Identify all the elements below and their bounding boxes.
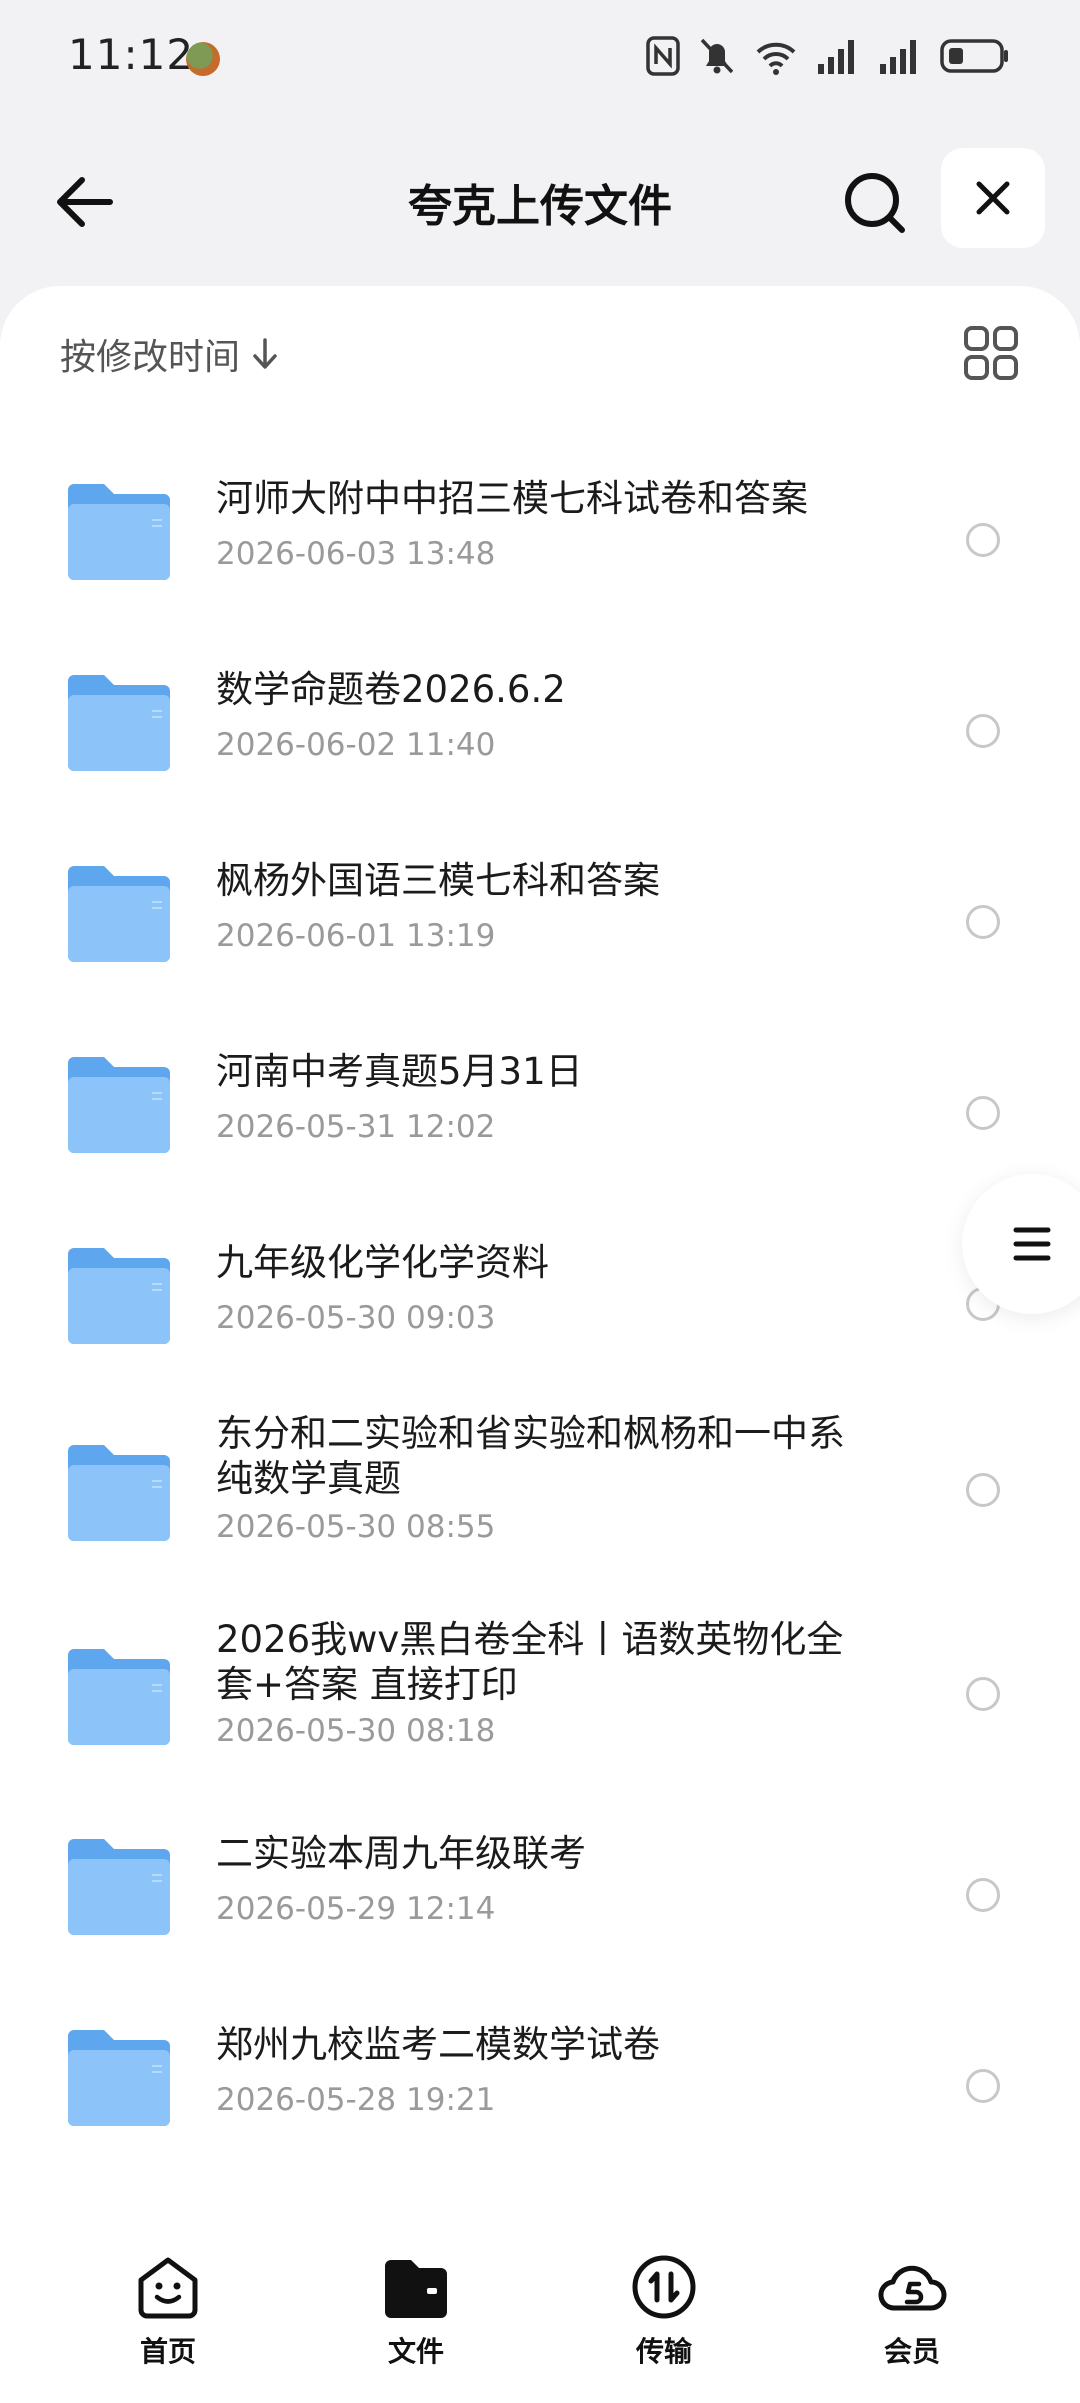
folder-icon — [68, 1839, 170, 1935]
file-name: 郑州九校监考二模数学试卷 — [216, 2023, 660, 2066]
select-radio[interactable] — [966, 905, 1000, 939]
file-date: 2026-05-29 12:14 — [216, 1891, 496, 1927]
select-radio[interactable] — [966, 1096, 1000, 1130]
file-name: 河南中考真题5月31日 — [216, 1050, 583, 1093]
file-date: 2026-05-31 12:02 — [216, 1109, 496, 1145]
file-row[interactable]: 河南中考真题5月31日 2026-05-31 12:02 — [0, 1009, 1080, 1200]
select-radio[interactable] — [966, 2069, 1000, 2103]
signal-icon-2 — [880, 40, 916, 74]
select-radio[interactable] — [966, 1677, 1000, 1711]
select-radio[interactable] — [966, 1473, 1000, 1507]
transfer-icon — [632, 2255, 696, 2319]
sort-button[interactable]: 按修改时间 — [60, 328, 280, 380]
file-name: 二实验本周九年级联考 — [216, 1832, 586, 1875]
status-bar: 11:12 — [0, 0, 1080, 112]
file-name: 2026我wv黑白卷全科丨语数英物化全套+答案 直接打印 — [216, 1618, 844, 1706]
file-row[interactable]: 东分和二实验和省实验和枫杨和一中系 纯数学真题 2026-05-30 08:55 — [0, 1391, 1080, 1595]
file-list: 河师大附中中招三模七科试卷和答案 2026-06-03 13:48 数学命题卷2… — [0, 436, 1080, 2173]
close-icon — [976, 181, 1010, 215]
file-date: 2026-06-02 11:40 — [216, 727, 496, 763]
tab-member[interactable]: 会员 — [842, 2252, 982, 2370]
tab-files[interactable]: 文件 — [346, 2252, 486, 2370]
tab-transfer[interactable]: 传输 — [594, 2252, 734, 2370]
file-name: 东分和二实验和省实验和枫杨和一中系 纯数学真题 — [216, 1412, 845, 1500]
notification-avatar-icon — [186, 42, 220, 76]
file-date: 2026-06-01 13:19 — [216, 918, 496, 954]
tab-home[interactable]: 首页 — [98, 2252, 238, 2370]
arrow-down-icon — [253, 338, 277, 369]
tab-files-label: 文件 — [387, 2335, 444, 2368]
file-row[interactable]: 数学命题卷2026.6.2 2026-06-02 11:40 — [0, 627, 1080, 818]
home-smile-icon — [138, 2257, 198, 2319]
file-date: 2026-05-30 08:55 — [216, 1509, 496, 1545]
file-date: 2026-05-30 08:18 — [216, 1713, 496, 1749]
file-name: 枫杨外国语三模七科和答案 — [216, 859, 660, 902]
file-row[interactable]: 二实验本周九年级联考 2026-05-29 12:14 — [0, 1791, 1080, 1982]
nfc-icon — [646, 36, 680, 76]
grid-icon — [964, 326, 1018, 380]
select-radio[interactable] — [966, 714, 1000, 748]
signal-icon-1 — [818, 40, 854, 74]
folder-filled-icon — [385, 2260, 447, 2318]
bottom-navigation: 首页 文件 传输 会员 — [0, 2216, 1080, 2403]
mute-bell-icon — [700, 38, 734, 74]
file-row[interactable]: 郑州九校监考二模数学试卷 2026-05-28 19:21 — [0, 1982, 1080, 2173]
status-time: 11:12 — [68, 30, 195, 79]
battery-icon — [940, 39, 1008, 73]
file-row[interactable]: 2026我wv黑白卷全科丨语数英物化全套+答案 直接打印 2026-05-30 … — [0, 1595, 1080, 1791]
tab-transfer-label: 传输 — [635, 2335, 692, 2368]
tab-home-label: 首页 — [139, 2335, 196, 2368]
file-row[interactable]: 河师大附中中招三模七科试卷和答案 2026-06-03 13:48 — [0, 436, 1080, 627]
file-date: 2026-05-28 19:21 — [216, 2082, 496, 2118]
file-name: 数学命题卷2026.6.2 — [216, 668, 566, 711]
select-radio[interactable] — [966, 523, 1000, 557]
file-list-card: 按修改时间 河师大附中中招三模七科试卷和答案 2026-06-03 13:48 … — [0, 286, 1080, 2216]
select-radio[interactable] — [966, 1878, 1000, 1912]
search-button[interactable] — [836, 162, 916, 242]
folder-icon — [68, 484, 170, 580]
menu-icon — [1013, 1227, 1051, 1261]
folder-icon — [68, 1057, 170, 1153]
tab-member-label: 会员 — [883, 2335, 940, 2368]
file-date: 2026-06-03 13:48 — [216, 536, 496, 572]
close-button[interactable] — [941, 148, 1045, 248]
cloud-member-icon — [878, 2265, 947, 2311]
grid-view-button[interactable] — [962, 324, 1020, 382]
page-title: 夸克上传文件 — [408, 181, 672, 232]
folder-icon — [68, 1248, 170, 1344]
sort-label: 按修改时间 — [60, 337, 241, 378]
search-icon — [845, 173, 905, 233]
status-icons — [646, 34, 1010, 78]
file-row[interactable]: 枫杨外国语三模七科和答案 2026-06-01 13:19 — [0, 818, 1080, 1009]
file-date: 2026-05-30 09:03 — [216, 1300, 496, 1336]
file-name: 九年级化学化学资料 — [216, 1241, 549, 1284]
folder-icon — [68, 1445, 170, 1541]
folder-icon — [68, 866, 170, 962]
file-row[interactable]: 九年级化学化学资料 2026-05-30 09:03 — [0, 1200, 1080, 1391]
file-name: 河师大附中中招三模七科试卷和答案 — [216, 477, 808, 520]
wifi-icon — [756, 42, 796, 75]
folder-icon — [68, 1649, 170, 1745]
folder-icon — [68, 675, 170, 771]
top-app-bar: 夸克上传文件 — [0, 140, 1080, 260]
folder-icon — [68, 2030, 170, 2126]
